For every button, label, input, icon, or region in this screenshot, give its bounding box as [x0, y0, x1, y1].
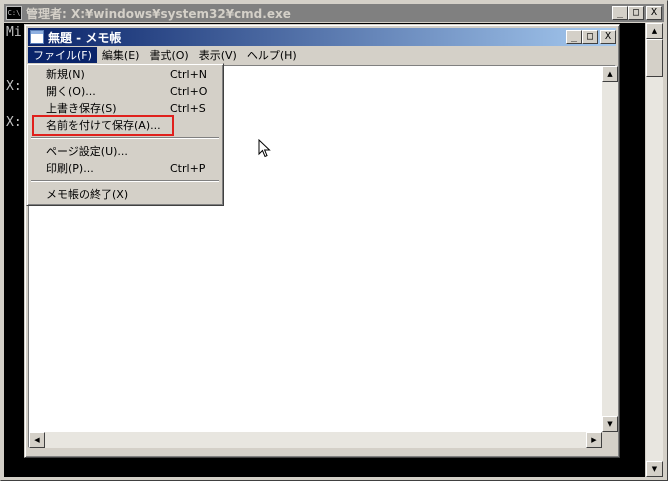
menu-item-open[interactable]: 開く(O)... Ctrl+O — [30, 83, 220, 100]
menu-help[interactable]: ヘルプ(H) — [242, 47, 302, 65]
cmd-scroll-thumb[interactable] — [646, 39, 663, 77]
scroll-down-arrow-icon[interactable]: ▼ — [602, 416, 618, 432]
cmd-caption-buttons: _ □ X — [612, 6, 662, 20]
menu-edit[interactable]: 編集(E) — [97, 47, 145, 65]
menu-item-print[interactable]: 印刷(P)... Ctrl+P — [30, 160, 220, 177]
cmd-window-title: 管理者: X:¥windows¥system32¥cmd.exe — [26, 6, 291, 21]
menu-item-page-setup[interactable]: ページ設定(U)... — [30, 143, 220, 160]
menu-item-shortcut: Ctrl+N — [170, 68, 208, 81]
menu-item-shortcut: Ctrl+P — [170, 162, 206, 175]
scroll-left-arrow-icon[interactable]: ◀ — [29, 432, 45, 448]
menu-separator — [31, 137, 219, 139]
scroll-down-arrow-icon[interactable]: ▼ — [646, 461, 663, 477]
menu-item-shortcut: Ctrl+S — [170, 102, 206, 115]
cmd-close-button[interactable]: X — [646, 6, 662, 20]
notepad-window-title: 無題 - メモ帳 — [48, 30, 122, 45]
menu-item-label: メモ帳の終了(X) — [46, 188, 129, 201]
cmd-maximize-button[interactable]: □ — [628, 6, 644, 20]
scroll-up-arrow-icon[interactable]: ▲ — [602, 66, 618, 82]
console-line: X: — [6, 115, 22, 130]
menu-item-label: 開く(O)... — [46, 85, 96, 98]
menu-item-label: 印刷(P)... — [46, 162, 94, 175]
mouse-pointer-icon — [258, 139, 271, 158]
menu-file[interactable]: ファイル(F) — [28, 46, 97, 65]
annotation-highlight-box — [32, 115, 174, 136]
menu-format[interactable]: 書式(O) — [144, 47, 193, 65]
menu-item-new[interactable]: 新規(N) Ctrl+N — [30, 66, 220, 83]
cmd-title-bar[interactable]: C:\ 管理者: X:¥windows¥system32¥cmd.exe _ □… — [4, 4, 664, 22]
resize-grip-icon[interactable] — [602, 432, 618, 448]
menu-item-shortcut: Ctrl+O — [170, 85, 208, 98]
notepad-caption-buttons: _ □ X — [566, 30, 616, 44]
notepad-icon[interactable] — [30, 30, 44, 44]
scroll-up-arrow-icon[interactable]: ▲ — [646, 23, 663, 39]
console-line: Mi — [6, 25, 22, 40]
menu-separator — [31, 180, 219, 182]
notepad-minimize-button[interactable]: _ — [566, 30, 582, 44]
notepad-maximize-button[interactable]: □ — [582, 30, 598, 44]
console-line: X: — [6, 79, 22, 94]
cmd-vertical-scrollbar[interactable]: ▲ ▼ — [646, 23, 663, 477]
menu-item-label: 新規(N) — [46, 68, 85, 81]
scroll-right-arrow-icon[interactable]: ▶ — [586, 432, 602, 448]
menu-item-exit[interactable]: メモ帳の終了(X) — [30, 186, 220, 203]
notepad-vertical-scrollbar[interactable]: ▲ ▼ — [602, 66, 618, 432]
console-app-icon[interactable]: C:\ — [6, 6, 22, 20]
notepad-horizontal-scrollbar[interactable]: ◀ ▶ — [29, 432, 602, 448]
menu-item-label: ページ設定(U)... — [46, 145, 128, 158]
notepad-close-button[interactable]: X — [600, 30, 616, 44]
cmd-minimize-button[interactable]: _ — [612, 6, 628, 20]
notepad-title-bar[interactable]: 無題 - メモ帳 _ □ X — [28, 28, 616, 46]
menu-view[interactable]: 表示(V) — [194, 47, 242, 65]
